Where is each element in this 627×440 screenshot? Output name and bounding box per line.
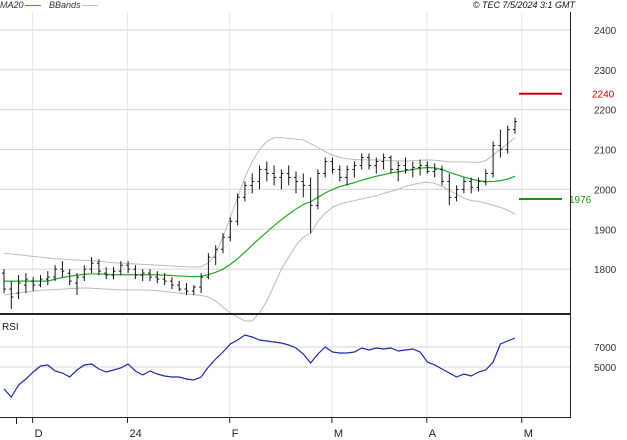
x-tick-label-1: 24 bbox=[130, 428, 142, 440]
rsi-tick-label-7000: 7000 bbox=[594, 343, 617, 354]
price-bars bbox=[2, 117, 517, 310]
legend-label-ma20: MA20 bbox=[0, 0, 24, 10]
x-tick-label-2: F bbox=[232, 428, 239, 440]
level-label-1976: 1976 bbox=[569, 195, 592, 206]
ohlc-bar-39 bbox=[286, 165, 291, 186]
y-tick-label-2000: 2000 bbox=[594, 185, 617, 196]
ohlc-bar-47 bbox=[345, 165, 350, 186]
rsi-polyline bbox=[3, 334, 516, 398]
x-tick-label-0: D bbox=[35, 428, 43, 440]
x-tick-label-4: A bbox=[429, 428, 437, 440]
ohlc-bar-40 bbox=[294, 171, 298, 194]
ohlc-bar-32 bbox=[235, 193, 240, 226]
ohlc-bar-42 bbox=[308, 177, 313, 234]
bband-upper bbox=[3, 137, 516, 268]
ohlc-bar-35 bbox=[257, 165, 262, 190]
ohlc-bar-33 bbox=[242, 181, 247, 202]
legend-swatch-bbands bbox=[81, 5, 98, 7]
ohlc-bar-68 bbox=[498, 129, 503, 158]
legend-swatch-ma20 bbox=[24, 5, 41, 7]
ohlc-bar-38 bbox=[279, 169, 284, 190]
legend-item-bbands: BBands bbox=[49, 0, 98, 10]
ohlc-bar-36 bbox=[264, 161, 269, 182]
copyright-notice: © TEC 7/5/2024 3:1 GMT bbox=[472, 0, 575, 10]
ohlc-bar-70 bbox=[513, 117, 517, 134]
axis-labels: 2400 2300 2200 2100 2000 1900 1800 7000 5000 D 24 F… bbox=[32, 26, 617, 440]
ohlc-bar-57 bbox=[418, 159, 423, 176]
ohlc-bar-48 bbox=[352, 161, 357, 178]
ohlc-bar-4 bbox=[31, 277, 36, 292]
legend-label-bbands: BBands bbox=[49, 0, 81, 10]
panel-frames: RSI bbox=[0, 12, 571, 424]
ohlc-bar-59 bbox=[432, 163, 437, 178]
ohlc-bar-45 bbox=[330, 157, 335, 174]
ohlc-bar-17 bbox=[126, 261, 131, 274]
ohlc-bar-12 bbox=[89, 257, 94, 274]
ohlc-bar-18 bbox=[133, 265, 138, 280]
ohlc-bar-3 bbox=[23, 273, 28, 294]
rsi-tick-label-5000: 5000 bbox=[594, 363, 617, 374]
y-tick-label-2400: 2400 bbox=[594, 26, 617, 37]
ohlc-bar-34 bbox=[250, 173, 255, 194]
ohlc-bar-41 bbox=[301, 173, 306, 198]
rsi-panel-title: RSI bbox=[2, 322, 19, 333]
ohlc-bar-44 bbox=[323, 157, 328, 178]
ohlc-bar-66 bbox=[483, 169, 488, 186]
y-tick-label-1900: 1900 bbox=[594, 225, 617, 236]
ohlc-bar-30 bbox=[221, 233, 225, 254]
ohlc-bar-52 bbox=[381, 153, 386, 170]
ohlc-bar-11 bbox=[82, 265, 87, 282]
ohlc-bar-60 bbox=[440, 165, 444, 186]
ohlc-bar-6 bbox=[45, 271, 50, 286]
x-tick-label-5: M bbox=[524, 428, 533, 440]
ohlc-bar-24 bbox=[177, 281, 182, 292]
bband-lower bbox=[3, 181, 516, 322]
ohlc-bar-37 bbox=[272, 165, 277, 186]
ohlc-bar-21 bbox=[155, 271, 160, 284]
x-tick-label-3: M bbox=[334, 428, 343, 440]
ohlc-bar-46 bbox=[337, 165, 342, 182]
level-label-2240: 2240 bbox=[592, 90, 615, 101]
ohlc-bar-67 bbox=[491, 141, 496, 178]
y-tick-label-1800: 1800 bbox=[594, 265, 617, 276]
grid bbox=[0, 12, 570, 417]
ohlc-bar-63 bbox=[461, 177, 466, 194]
y-tick-label-2300: 2300 bbox=[594, 66, 617, 77]
ohlc-bar-1 bbox=[9, 281, 14, 310]
ohlc-bar-49 bbox=[359, 153, 364, 170]
ohlc-bar-2 bbox=[16, 275, 21, 300]
ohlc-bar-23 bbox=[169, 277, 174, 290]
y-tick-label-2100: 2100 bbox=[594, 146, 617, 157]
ohlc-bar-53 bbox=[388, 155, 393, 174]
ohlc-bar-50 bbox=[367, 153, 371, 170]
y-tick-label-2200: 2200 bbox=[594, 106, 617, 117]
rsi-line bbox=[3, 334, 516, 398]
legend: MA20 BBands bbox=[0, 0, 104, 11]
ohlc-bar-26 bbox=[191, 285, 196, 296]
chart-canvas: 2240 1976 RSI 2400 2300 2200 2100 2000 1900 180… bbox=[0, 12, 617, 440]
legend-item-ma20: MA20 bbox=[0, 0, 41, 10]
ohlc-bar-10 bbox=[75, 273, 79, 296]
